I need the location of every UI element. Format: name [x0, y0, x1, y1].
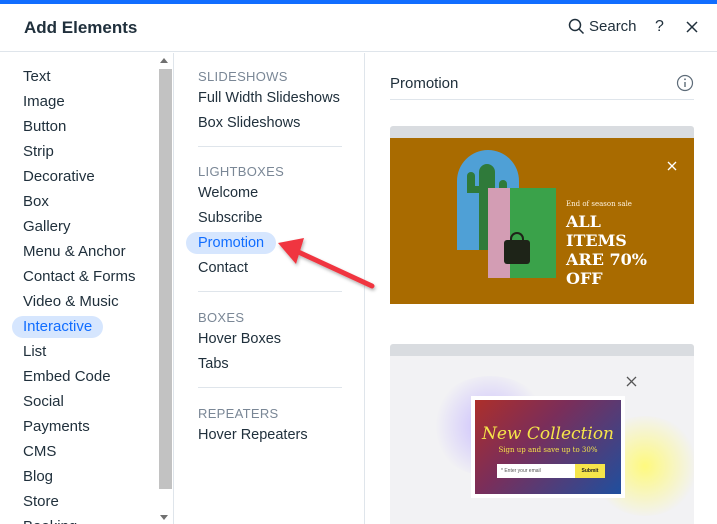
info-icon[interactable] — [676, 74, 694, 92]
submit-button: Submit — [575, 464, 605, 478]
scrollbar-thumb[interactable] — [159, 69, 172, 489]
promotion-preview-card-sale[interactable]: End of season sale ALL ITEMS ARE 70% OFF — [390, 126, 694, 304]
category-item-contact-forms[interactable]: Contact & Forms — [12, 266, 147, 288]
category-item-text[interactable]: Text — [12, 66, 62, 88]
scroll-down-arrow-icon[interactable] — [160, 515, 168, 520]
section-divider — [198, 387, 342, 388]
preview-title-divider — [390, 99, 694, 100]
close-icon[interactable] — [685, 20, 699, 34]
category-list: Text Image Button Strip Decorative Box G… — [0, 53, 174, 524]
collection-headline: New Collection — [481, 424, 615, 444]
subcategory-list: SLIDESHOWS Full Width Slideshows Box Sli… — [175, 53, 365, 524]
card-body: New Collection Sign up and save up to 30… — [390, 356, 694, 524]
sub-item-contact[interactable]: Contact — [186, 257, 260, 279]
section-title-repeaters: REPEATERS — [198, 406, 279, 421]
sub-item-welcome[interactable]: Welcome — [186, 182, 270, 204]
category-item-interactive[interactable]: Interactive — [12, 316, 104, 338]
card-body: End of season sale ALL ITEMS ARE 70% OFF — [390, 138, 694, 304]
sale-headline: ALL ITEMS ARE 70% OFF — [566, 212, 647, 288]
lightbox-close-icon — [626, 376, 637, 387]
category-item-cms[interactable]: CMS — [12, 441, 67, 463]
category-item-image[interactable]: Image — [12, 91, 76, 113]
card-top-bar — [390, 126, 694, 138]
lightbox-close-icon — [667, 161, 677, 171]
card-top-bar — [390, 344, 694, 356]
sub-item-promotion[interactable]: Promotion — [186, 232, 277, 254]
sub-item-box-slideshows[interactable]: Box Slideshows — [186, 112, 312, 134]
collection-popup: New Collection Sign up and save up to 30… — [471, 396, 625, 498]
section-divider — [198, 146, 342, 147]
search-button[interactable]: Search — [568, 18, 637, 35]
sub-item-full-width-slideshows[interactable]: Full Width Slideshows — [186, 87, 352, 109]
category-item-decorative[interactable]: Decorative — [12, 166, 106, 188]
collection-popup-image: New Collection Sign up and save up to 30… — [475, 400, 621, 494]
category-item-social[interactable]: Social — [12, 391, 75, 413]
category-item-strip[interactable]: Strip — [12, 141, 65, 163]
handbag-photo — [488, 188, 556, 278]
search-label: Search — [589, 18, 637, 35]
category-item-booking[interactable]: Booking — [12, 516, 88, 524]
sub-item-hover-boxes[interactable]: Hover Boxes — [186, 328, 293, 350]
category-item-store[interactable]: Store — [12, 491, 70, 513]
category-item-gallery[interactable]: Gallery — [12, 216, 82, 238]
search-icon — [568, 18, 585, 35]
help-button[interactable]: ? — [655, 18, 664, 36]
scroll-up-arrow-icon[interactable] — [160, 58, 168, 63]
category-item-box[interactable]: Box — [12, 191, 60, 213]
promotion-preview-card-collection[interactable]: New Collection Sign up and save up to 30… — [390, 344, 694, 524]
preview-panel-title: Promotion — [390, 75, 459, 92]
panel-title: Add Elements — [24, 18, 138, 37]
preview-panel: Promotion End of season sale ALL ITEMS A… — [366, 53, 717, 524]
sub-item-subscribe[interactable]: Subscribe — [186, 207, 274, 229]
section-title-boxes: BOXES — [198, 310, 245, 325]
section-divider — [198, 291, 342, 292]
category-item-payments[interactable]: Payments — [12, 416, 101, 438]
sub-item-tabs[interactable]: Tabs — [186, 353, 241, 375]
sub-item-hover-repeaters[interactable]: Hover Repeaters — [186, 424, 320, 446]
email-field: * Enter your email — [497, 464, 575, 478]
category-item-embed-code[interactable]: Embed Code — [12, 366, 122, 388]
section-title-slideshows: SLIDESHOWS — [198, 69, 288, 84]
category-item-button[interactable]: Button — [12, 116, 77, 138]
collection-subline: Sign up and save up to 30% — [498, 446, 598, 454]
category-item-video-music[interactable]: Video & Music — [12, 291, 130, 313]
category-item-blog[interactable]: Blog — [12, 466, 64, 488]
section-title-lightboxes: LIGHTBOXES — [198, 164, 285, 179]
category-item-menu-anchor[interactable]: Menu & Anchor — [12, 241, 137, 263]
category-item-list[interactable]: List — [12, 341, 57, 363]
panel-header: Add Elements Search ? — [0, 4, 717, 52]
sale-subtitle: End of season sale — [566, 200, 632, 208]
